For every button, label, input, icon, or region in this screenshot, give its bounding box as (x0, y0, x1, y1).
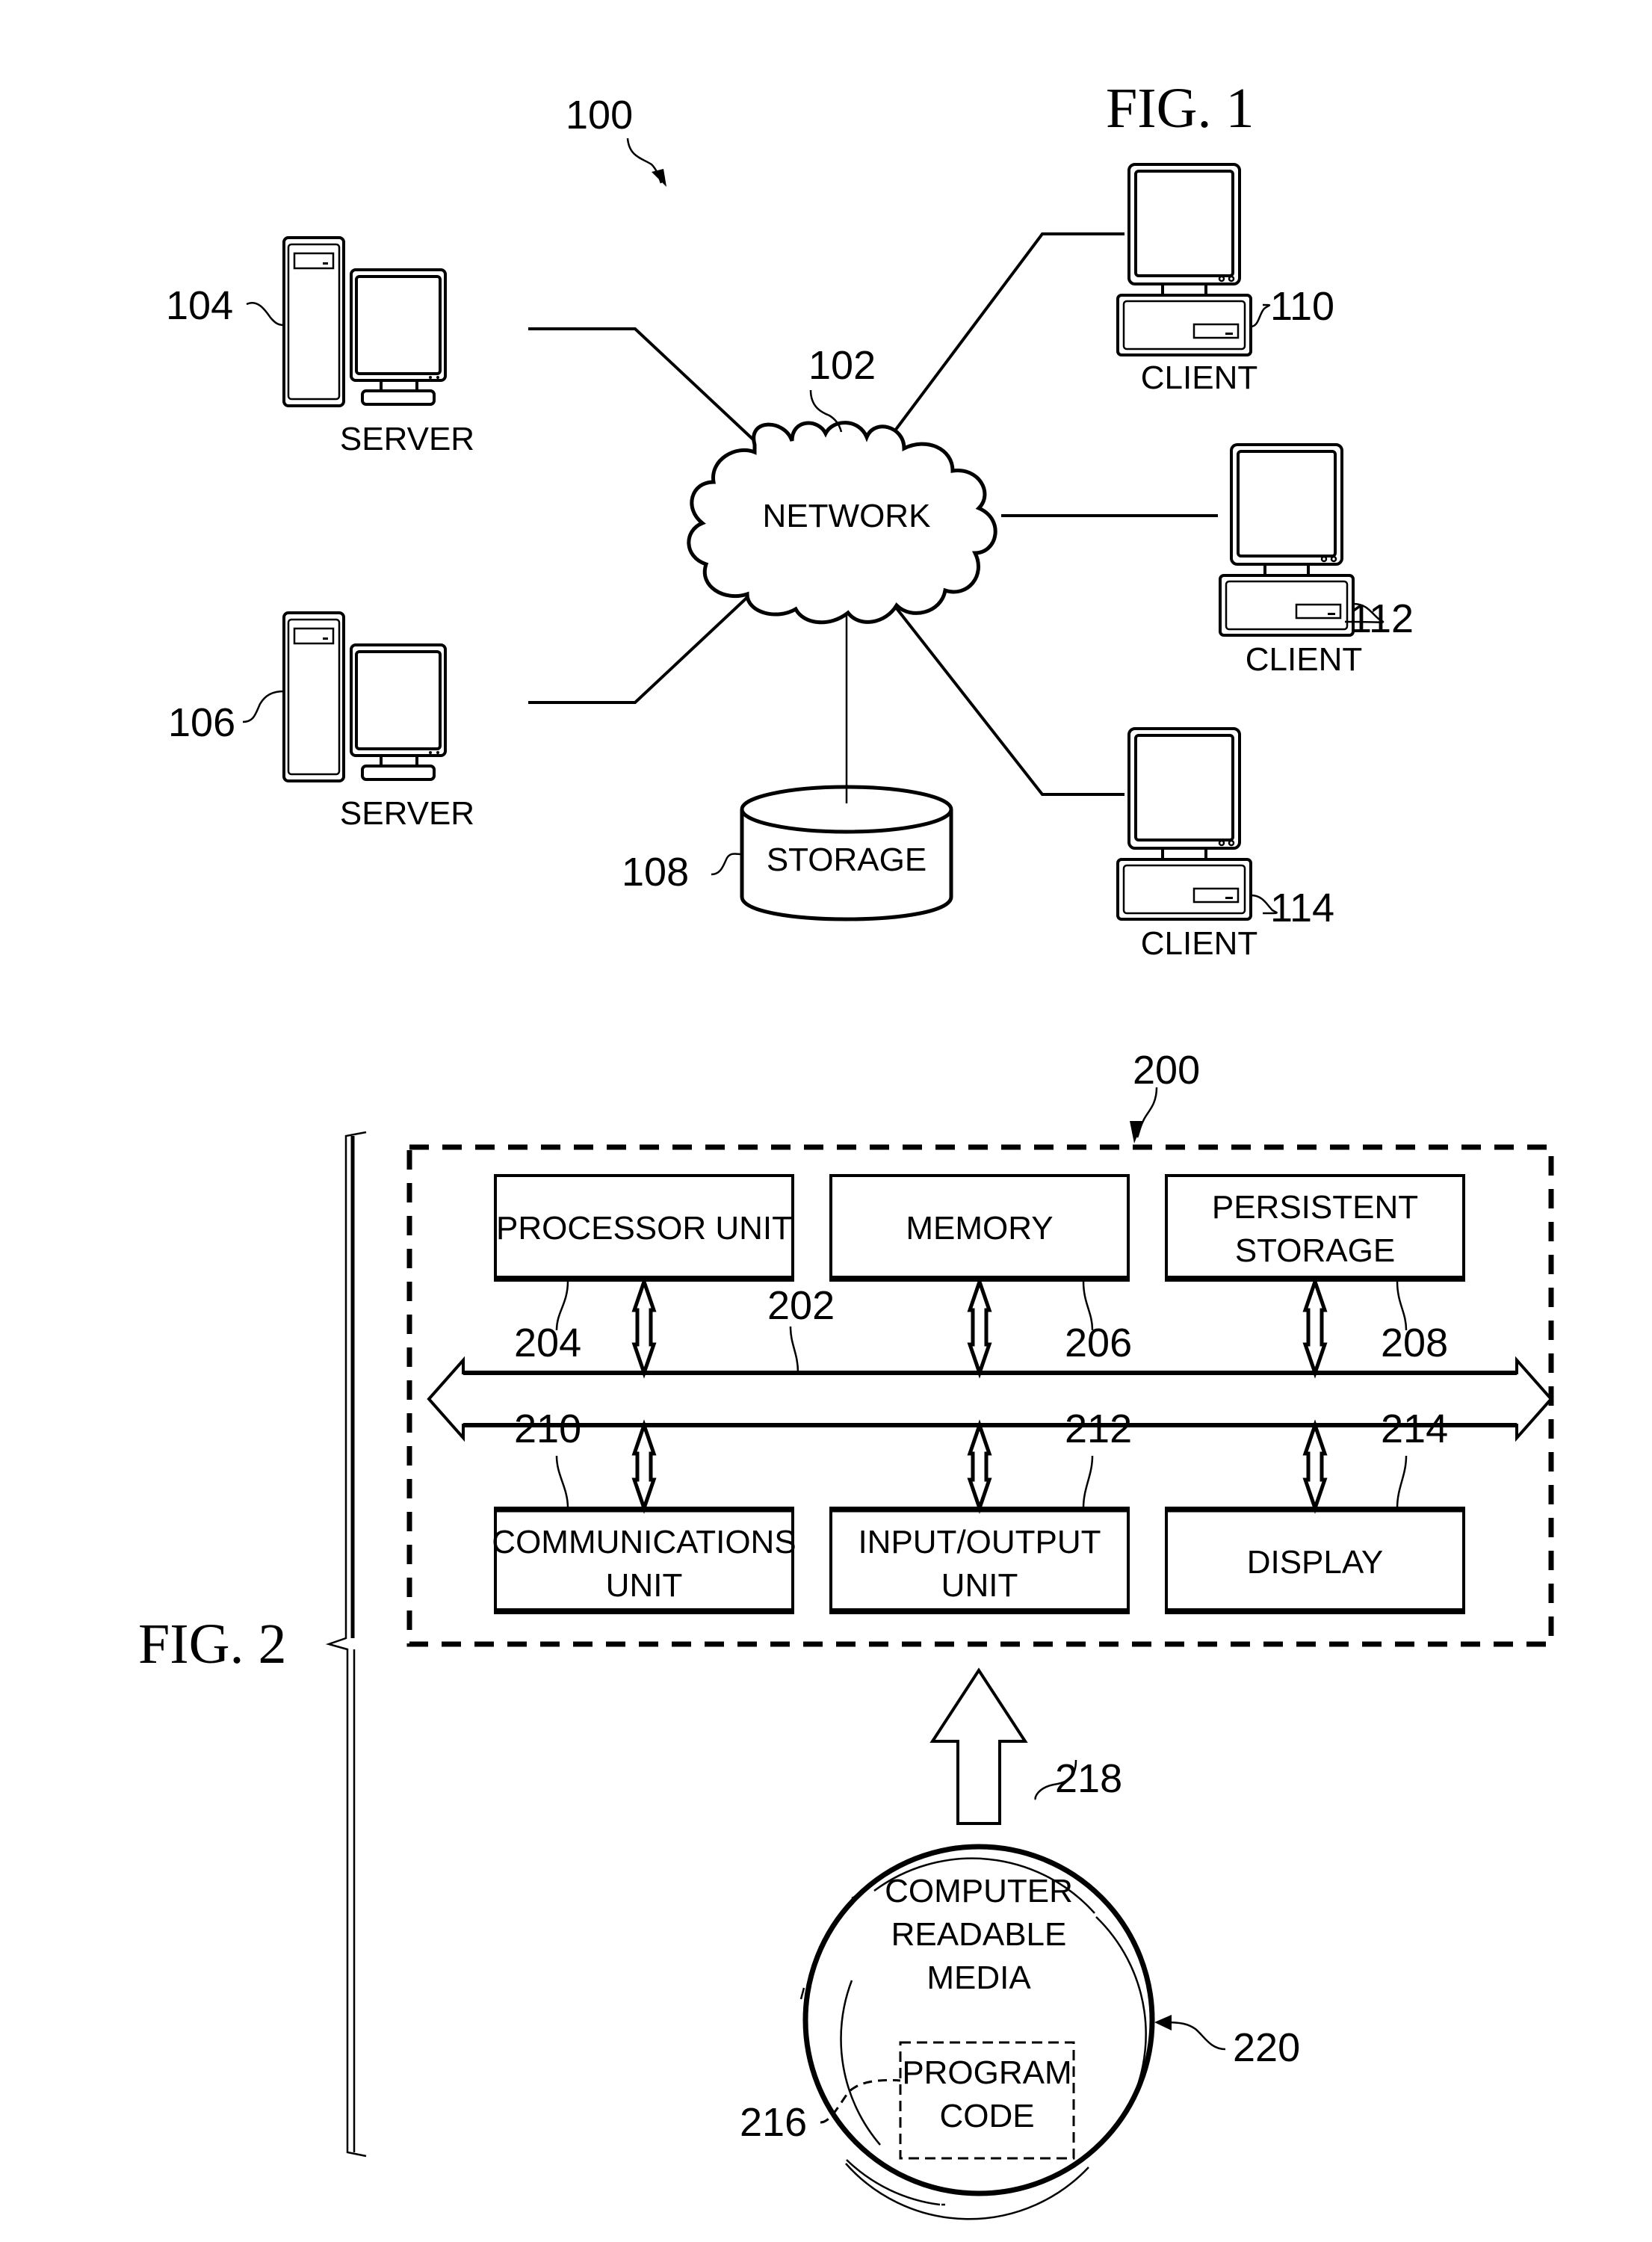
client-112-ref: 112 (1349, 596, 1414, 641)
leader-106 (242, 690, 285, 723)
ref-202: 202 (767, 1283, 835, 1328)
block-label-line-2: UNIT (941, 1567, 1018, 1604)
client-114-label: CLIENT (1141, 925, 1257, 962)
load-arrow (929, 1667, 1028, 1825)
bus-connector-persistent-storage (1302, 1276, 1328, 1379)
server-106-ref: 106 (168, 700, 235, 745)
patent-drawing-sheet: FIG. 1 100 NETWORK 102 SERVER 104 SERVER… (138, 77, 1554, 2220)
network-ref: 102 (808, 343, 876, 388)
ref-216: 216 (740, 2100, 807, 2145)
block-memory: MEMORY (829, 1174, 1130, 1282)
arrowhead-200 (1130, 1121, 1143, 1143)
arrowhead-220 (1154, 2015, 1172, 2031)
leader-220 (1165, 2021, 1226, 2051)
client-110-label: CLIENT (1141, 359, 1257, 396)
fig1-title: FIG. 1 (1106, 77, 1254, 140)
server-icon (282, 236, 447, 407)
block-input-output-unit: INPUT/OUTPUT UNIT (829, 1507, 1130, 1614)
leader-202 (789, 1326, 799, 1374)
fig2-title: FIG. 2 (138, 1613, 286, 1676)
media-label-line-2: READABLE (891, 1916, 1067, 1953)
ref-214: 214 (1381, 1406, 1448, 1451)
leader-108 (711, 853, 743, 876)
server-104-label: SERVER (340, 421, 474, 457)
client-110-ref: 110 (1270, 284, 1334, 329)
client-110 (1116, 163, 1252, 356)
ref-210: 210 (514, 1406, 581, 1451)
client-icon (1116, 163, 1252, 356)
link-client-110 (891, 232, 1124, 435)
block-persistent-storage: PERSISTENT STORAGE (1165, 1174, 1465, 1282)
system-ref-100: 100 (566, 93, 633, 138)
program-code-line-2: CODE (939, 2098, 1034, 2134)
ref-204: 204 (514, 1321, 581, 1365)
leader-214 (1396, 1455, 1408, 1509)
storage-ref: 108 (622, 850, 689, 895)
program-code-line-1: PROGRAM (902, 2054, 1071, 2091)
server-106-label: SERVER (340, 795, 474, 832)
client-114-ref: 114 (1270, 886, 1334, 930)
ref-218: 218 (1055, 1756, 1122, 1801)
computer-program-product: COMPUTER READABLE MEDIA PROGRAM CODE (799, 1844, 1155, 2220)
ref-212: 212 (1065, 1406, 1132, 1451)
ref-206: 206 (1065, 1321, 1132, 1365)
client-icon (1219, 443, 1355, 637)
bus-connector-processor (631, 1276, 657, 1379)
leader-210 (555, 1455, 569, 1509)
network-cloud: NETWORK 102 (687, 343, 997, 625)
server-104-ref: 104 (166, 283, 233, 328)
block-processor-unit: PROCESSOR UNIT (494, 1174, 794, 1282)
bus-connector-input-output (967, 1419, 992, 1514)
bus-connector-memory (967, 1276, 992, 1379)
server-104 (282, 236, 447, 407)
client-112 (1219, 443, 1355, 637)
block-label: PROCESSOR UNIT (496, 1210, 792, 1247)
link-server-106 (528, 589, 756, 704)
media-label-line-3: MEDIA (926, 1960, 1031, 1996)
leader-212 (1082, 1455, 1094, 1509)
bus-connector-communications (631, 1419, 657, 1514)
leader-110 (1250, 303, 1271, 328)
client-icon (1116, 727, 1252, 921)
block-communications-unit: COMMUNICATIONS UNIT (492, 1507, 796, 1614)
network-label: NETWORK (763, 498, 931, 534)
server-icon (282, 611, 447, 782)
link-client-114 (884, 593, 1124, 796)
figure-2: FIG. 2 200 PROCESSOR UNIT MEMORY PERSIST… (138, 1048, 1554, 2220)
link-server-104 (528, 327, 756, 442)
block-label-line-1: INPUT/OUTPUT (858, 1524, 1101, 1560)
client-114 (1116, 727, 1252, 921)
block-display: DISPLAY (1165, 1507, 1465, 1614)
arrowhead-100 (652, 169, 666, 187)
media-label-line-1: COMPUTER (885, 1873, 1073, 1909)
block-label-line-2: STORAGE (1235, 1232, 1395, 1269)
ref-220: 220 (1233, 2025, 1300, 2070)
ref-208: 208 (1381, 1321, 1448, 1365)
figure-brace (325, 1131, 367, 2158)
block-label-line-1: COMMUNICATIONS (492, 1524, 796, 1560)
block-label-line-1: PERSISTENT (1212, 1189, 1418, 1226)
block-label: MEMORY (906, 1210, 1053, 1247)
leader-arrow-200 (1136, 1087, 1158, 1138)
figure-1: FIG. 1 100 NETWORK 102 SERVER 104 SERVER… (166, 77, 1414, 962)
storage-108: STORAGE (740, 785, 953, 921)
block-label-line-2: UNIT (606, 1567, 683, 1604)
system-ref-200: 200 (1133, 1048, 1200, 1093)
storage-label: STORAGE (767, 841, 926, 878)
client-112-label: CLIENT (1246, 641, 1362, 678)
server-106 (282, 611, 447, 782)
leader-104 (246, 302, 285, 327)
block-label: DISPLAY (1247, 1544, 1384, 1581)
bus-connector-display (1302, 1419, 1328, 1514)
